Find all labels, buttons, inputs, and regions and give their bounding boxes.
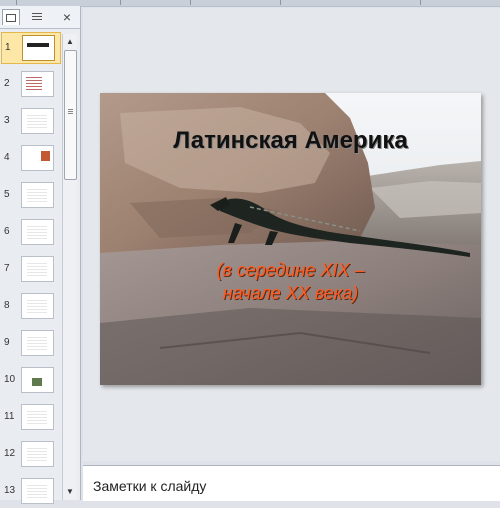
slide-number: 9 [4,337,10,348]
slide-thumbnail[interactable] [22,35,55,61]
slide-number: 5 [4,189,10,200]
slide-thumbnail-row[interactable]: 1 [1,32,61,64]
ruler-tick [16,0,17,5]
slide-thumbnail[interactable] [21,71,54,97]
slides-pane: × 1 2 3 4 5 6 7 8 9 10 11 12 13 ▲ ▼ [0,6,81,504]
slide-number: 2 [4,78,10,89]
slide-thumbnail-row[interactable]: 3 [0,106,62,138]
slide-editor: Латинская Америка (в середине XIX – нача… [83,8,500,461]
scrollbar-grip-icon [68,109,73,115]
slide-number: 10 [4,374,16,385]
thumbnail-scrollbar[interactable]: ▲ ▼ [62,34,77,500]
slide-thumbnail-row[interactable]: 11 [0,402,62,434]
current-slide[interactable]: Латинская Америка (в середине XIX – нача… [100,93,481,385]
scroll-down-arrow-icon[interactable]: ▼ [63,486,77,498]
slide-number: 7 [4,263,10,274]
slide-thumbnail-row[interactable]: 7 [0,254,62,286]
scroll-up-arrow-icon[interactable]: ▲ [63,36,77,48]
slide-title[interactable]: Латинская Америка [100,127,481,155]
slide-number: 4 [4,152,10,163]
slide-thumbnail[interactable] [21,441,54,467]
outline-tab[interactable] [28,9,46,25]
slide-number: 11 [4,411,15,422]
scrollbar-thumb[interactable] [64,50,77,180]
slide-thumbnail-list: 1 2 3 4 5 6 7 8 9 10 11 12 13 [0,32,62,504]
slide-subtitle-line: (в середине XIX – [216,260,365,280]
slide-thumbnail-row[interactable]: 4 [0,143,62,175]
slide-thumbnail[interactable] [21,182,54,208]
close-pane-button[interactable]: × [58,9,76,25]
slide-thumbnail[interactable] [21,108,54,134]
slide-thumbnail-row[interactable]: 12 [0,439,62,471]
slides-tab-icon [6,13,16,22]
slide-thumbnail[interactable] [21,367,54,393]
slide-number: 3 [4,115,10,126]
slide-thumbnail-row[interactable]: 6 [0,217,62,249]
slide-number: 13 [4,485,16,496]
notes-pane[interactable]: Заметки к слайду [83,465,500,501]
notes-placeholder[interactable]: Заметки к слайду [93,478,206,494]
slide-thumbnail-row[interactable]: 5 [0,180,62,212]
ruler-tick [280,0,281,5]
slide-number: 8 [4,300,10,311]
ruler-tick [420,0,421,5]
slide-thumbnail-row[interactable]: 10 [0,365,62,397]
slide-thumbnail[interactable] [21,256,54,282]
ruler-tick [120,0,121,5]
slide-thumbnail-row[interactable]: 13 [0,476,62,508]
slide-thumbnail[interactable] [21,404,54,430]
pane-tabs: × [0,6,80,29]
slide-number: 1 [5,42,11,53]
slide-thumbnail[interactable] [21,219,54,245]
slide-number: 6 [4,226,10,237]
slide-subtitle[interactable]: (в середине XIX – начале XX века) [100,259,481,305]
slide-thumbnail-row[interactable]: 8 [0,291,62,323]
slide-number: 12 [4,448,16,459]
slide-thumbnail[interactable] [21,330,54,356]
slides-tab[interactable] [2,9,20,25]
slide-thumbnail-row[interactable]: 9 [0,328,62,360]
outline-tab-icon [32,13,42,21]
slide-thumbnail-row[interactable]: 2 [0,69,62,101]
slide-thumbnail[interactable] [21,145,54,171]
ruler-tick [190,0,191,5]
slide-thumbnail[interactable] [21,293,54,319]
slide-subtitle-line: начале XX века) [222,283,359,303]
slide-thumbnail[interactable] [21,478,54,504]
